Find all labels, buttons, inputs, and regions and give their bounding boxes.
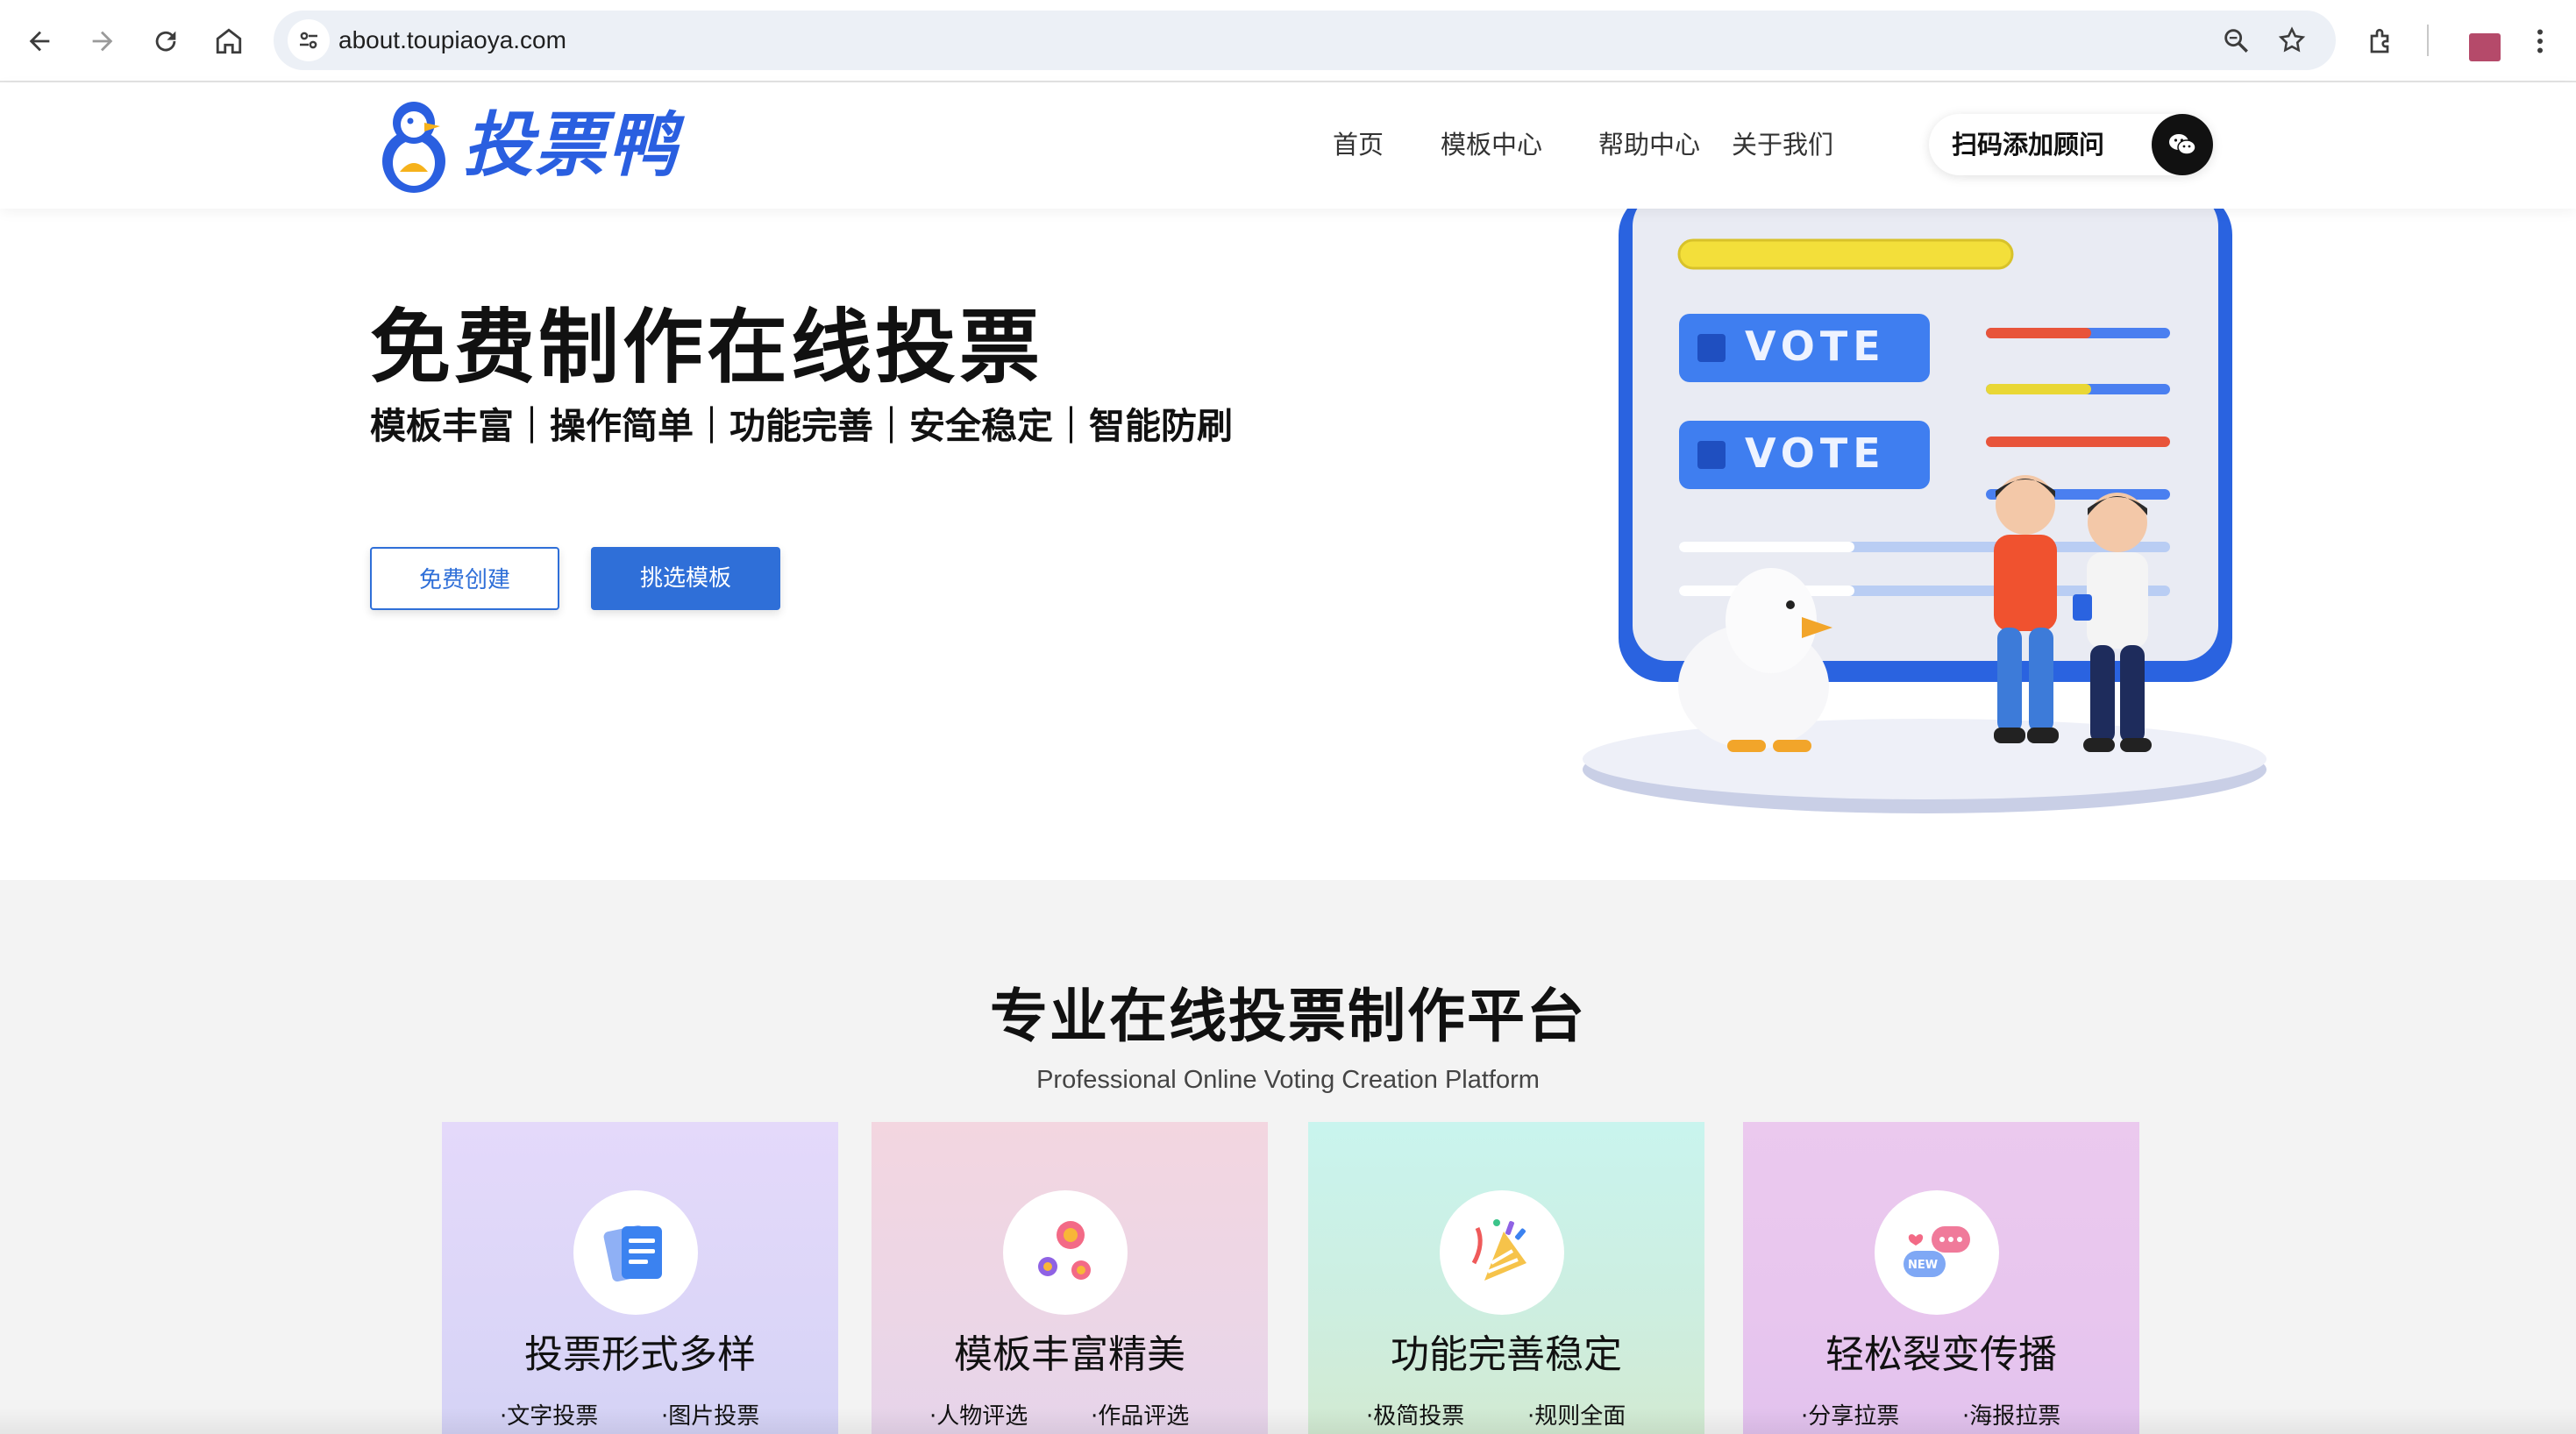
flower-icon [1003,1190,1128,1315]
puzzle-icon [2370,28,2389,53]
logo-text: 投票鸭 [463,104,679,186]
site-header: 投票鸭 首页 模板中心 帮助中心 关于我们 扫码添加顾问 [0,82,2576,209]
feature-card-templates[interactable]: 模板丰富精美 ·人物评选 ·作品评选 [872,1122,1268,1434]
vote-button-2: VOTE [1679,421,1930,489]
card-title: 轻松裂变传播 [1825,1332,2057,1377]
feature-card-functions[interactable]: 功能完善稳定 ·极简投票 ·规则全面 [1308,1122,1704,1434]
site-logo[interactable]: 投票鸭 [375,93,691,198]
extensions-button[interactable] [2359,18,2406,65]
tune-icon [300,32,317,49]
profile-avatar[interactable] [2469,33,2501,61]
browser-menu-button[interactable] [2516,18,2564,65]
zoom-button[interactable] [2218,23,2253,58]
party-popper-icon [1440,1190,1564,1315]
hero-title: 免费制作在线投票 [370,301,1044,394]
browser-toolbar: about.toupiaoya.com [0,0,2576,82]
card-title: 模板丰富精美 [954,1332,1185,1377]
vote-label-2: VOTE [1745,429,1886,477]
bookmark-button[interactable] [2274,23,2309,58]
choose-template-button[interactable]: 挑选模板 [591,547,780,610]
nav-home[interactable]: 首页 [1333,123,1384,167]
back-button[interactable] [18,19,61,63]
zoom-icon [2224,29,2248,53]
nav-help[interactable]: 帮助中心 [1598,123,1700,167]
back-arrow-icon [29,31,50,52]
document-icon [573,1190,698,1315]
vote-button-1: VOTE [1679,314,1930,382]
features-section: 专业在线投票制作平台 Professional Online Voting Cr… [0,880,2576,1434]
voting-illustration: VOTE VOTE [1583,209,2266,813]
hero-section: 免费制作在线投票 模板丰富｜操作简单｜功能完善｜安全稳定｜智能防刷 免费创建 挑… [0,209,2576,880]
svg-text:NEW: NEW [1908,1259,1938,1272]
features-subtitle: Professional Online Voting Creation Plat… [1036,1066,1540,1094]
more-vert-icon [2537,29,2543,53]
star-icon [2278,26,2306,53]
home-icon [216,28,242,54]
forward-button[interactable] [81,19,125,63]
wechat-icon [2152,114,2213,175]
consult-label: 扫码添加顾问 [1952,130,2105,160]
reload-button[interactable] [144,19,188,63]
home-button[interactable] [207,19,251,63]
site-info-button[interactable] [288,19,330,61]
forward-arrow-icon [92,31,113,52]
free-create-button[interactable]: 免费创建 [370,547,559,610]
card-title: 投票形式多样 [524,1332,756,1377]
bottom-fade [0,1408,2576,1434]
card-title: 功能完善稳定 [1391,1332,1622,1377]
reload-icon [155,31,176,52]
url-text[interactable]: about.toupiaoya.com [338,11,566,70]
features-title: 专业在线投票制作平台 [990,983,1586,1050]
chat-bubble-icon: NEW [1875,1190,1999,1315]
feature-card-sharing[interactable]: NEW 轻松裂变传播 ·分享拉票 ·海报拉票 [1743,1122,2139,1434]
nav-templates[interactable]: 模板中心 [1441,123,1542,167]
hero-subtitle: 模板丰富｜操作简单｜功能完善｜安全稳定｜智能防刷 [370,405,1233,447]
address-bar[interactable]: about.toupiaoya.com [274,11,2336,70]
duck-logo-icon [382,102,445,193]
scan-consultant-button[interactable]: 扫码添加顾问 [1929,114,2213,175]
feature-card-voting-forms[interactable]: 投票形式多样 ·文字投票 ·图片投票 [442,1122,838,1434]
toolbar-divider [2427,25,2429,56]
vote-label-1: VOTE [1745,323,1886,370]
nav-about[interactable]: 关于我们 [1732,123,1833,167]
